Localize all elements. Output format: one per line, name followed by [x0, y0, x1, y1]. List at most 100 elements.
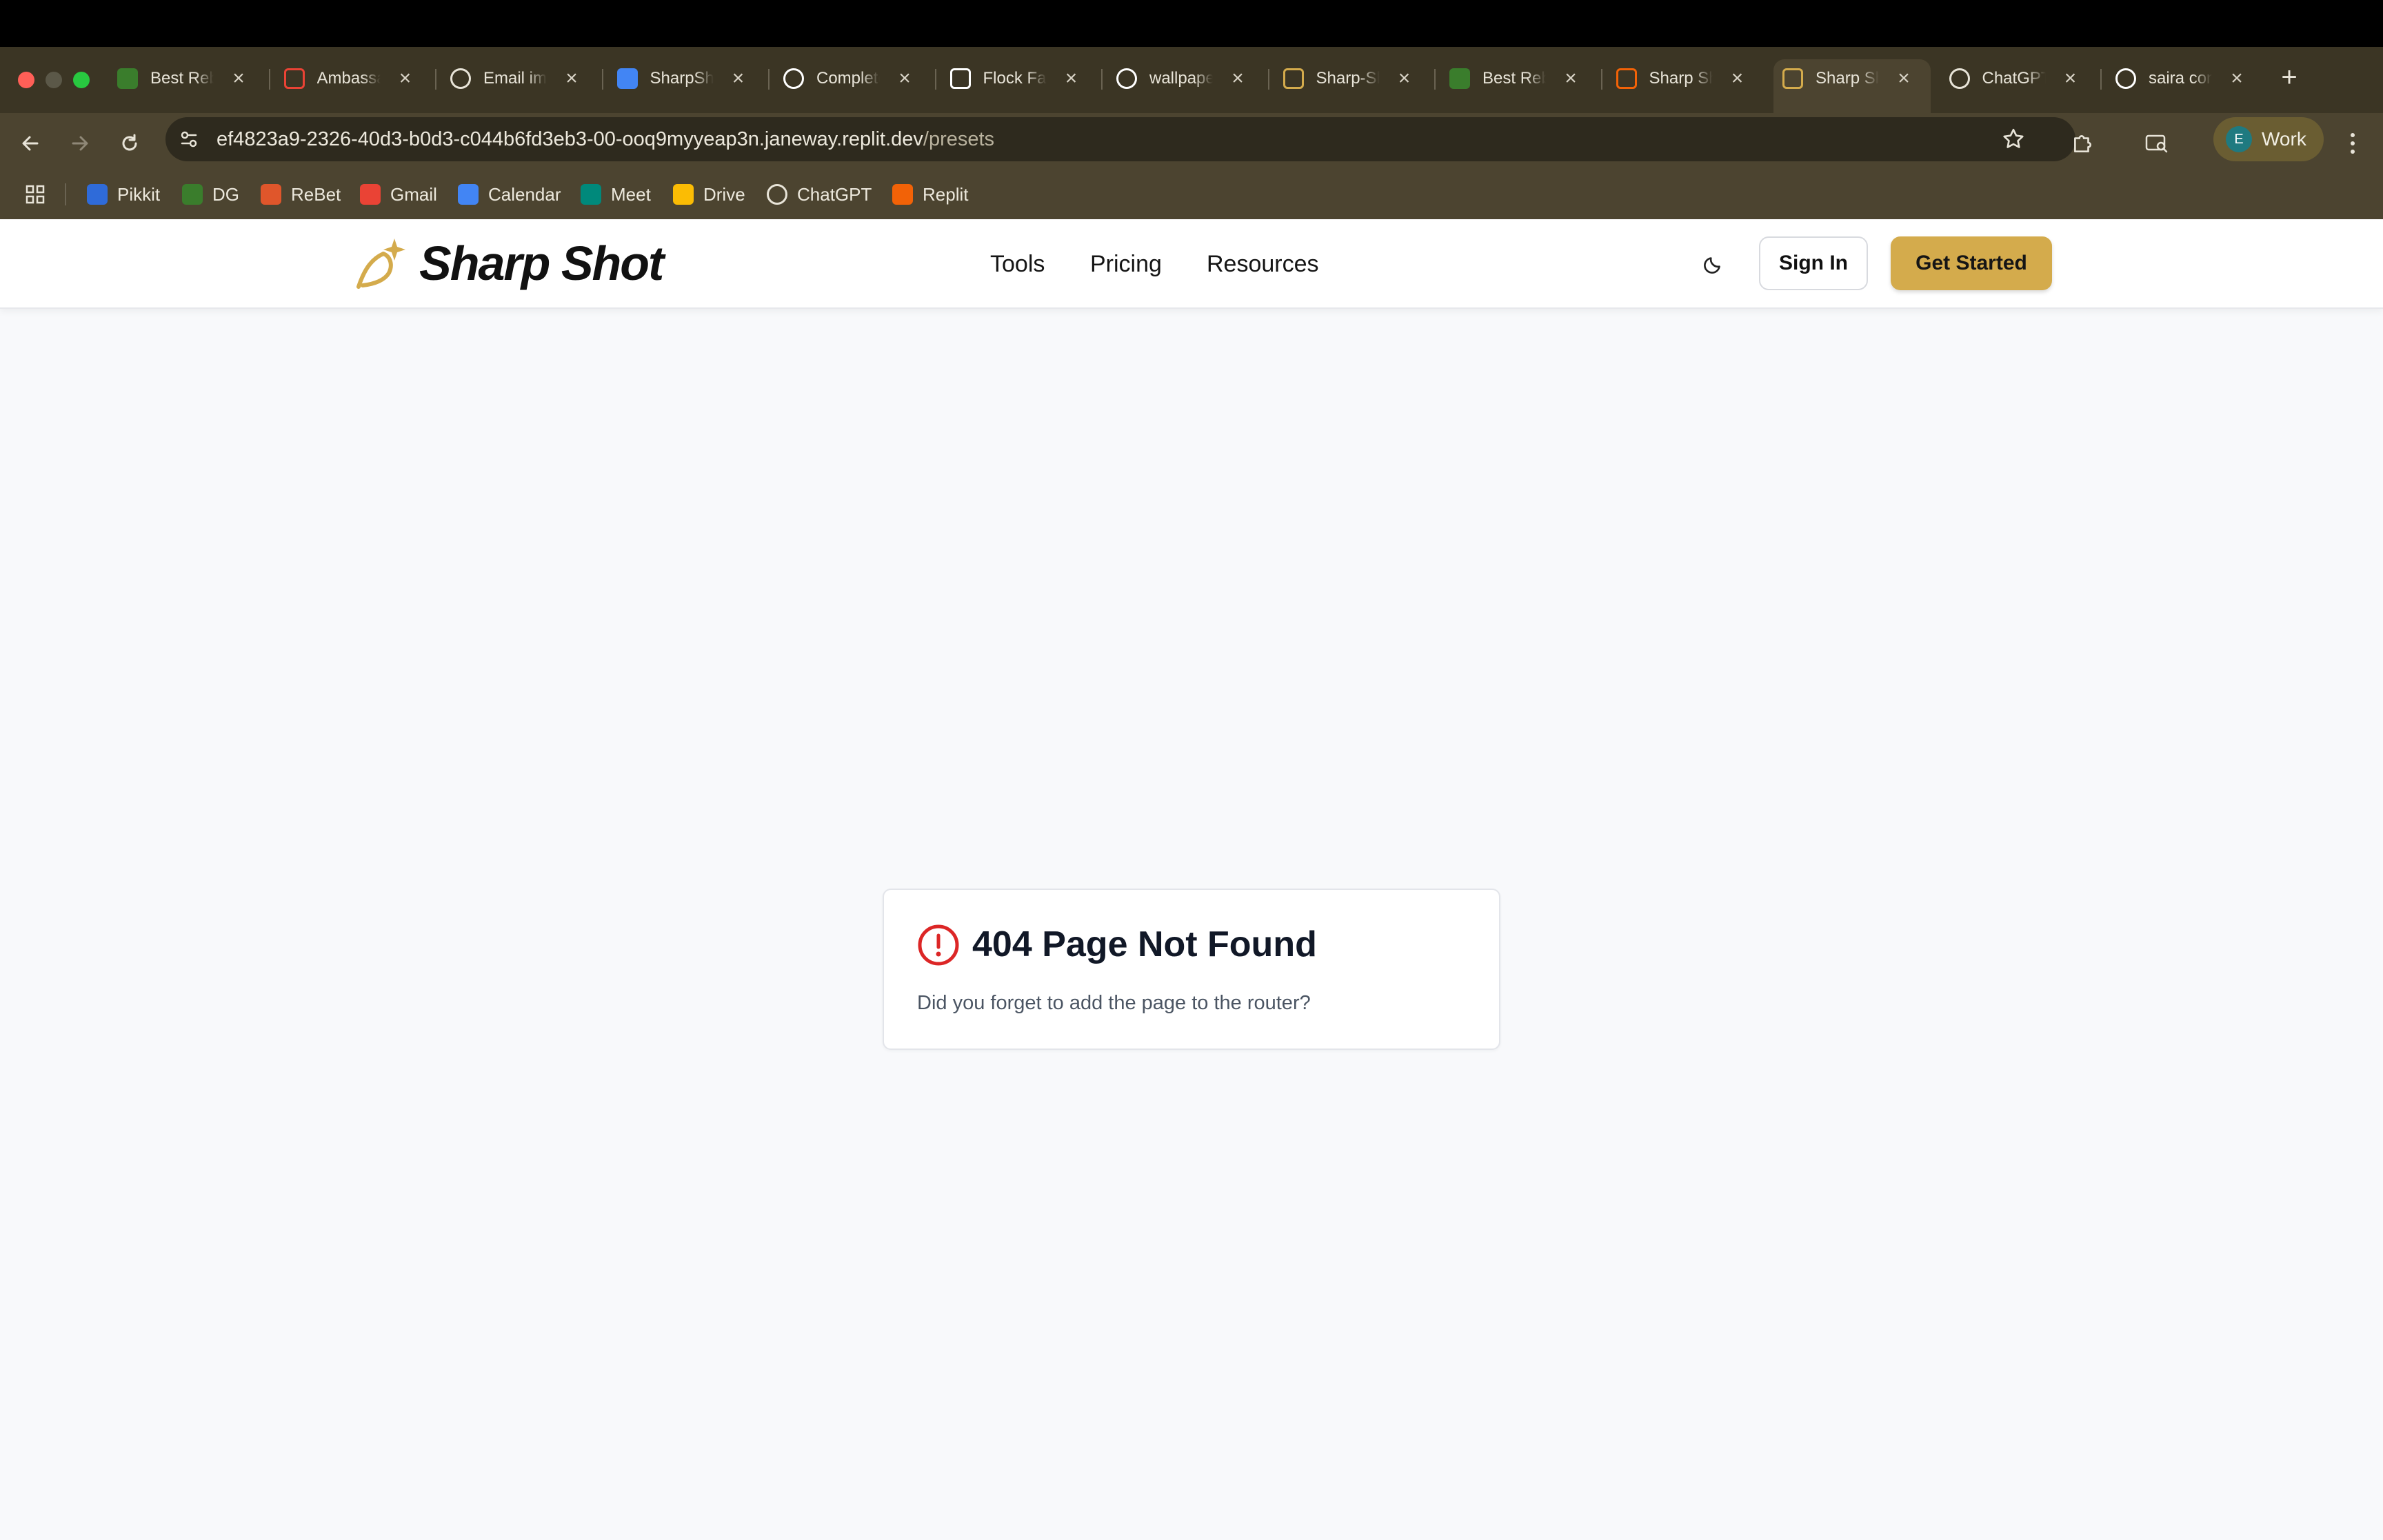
bookmark-label: Meet [611, 183, 651, 205]
bookmark-item[interactable]: Calendar [458, 181, 561, 208]
extensions-button[interactable] [2063, 124, 2102, 163]
tab-close-icon[interactable]: × [563, 67, 580, 90]
back-button[interactable] [11, 124, 50, 163]
tab-close-icon[interactable]: × [1729, 67, 1746, 90]
bookmark-label: Replit [923, 183, 969, 205]
bookmark-item[interactable]: Meet [581, 181, 651, 208]
browser-tab[interactable]: wallpaper × [1116, 63, 1254, 94]
browser-tab[interactable]: Flock Farm × [949, 63, 1088, 94]
replit-icon [1616, 68, 1637, 89]
tab-separator [2100, 69, 2102, 90]
url-host: ef4823a9-2326-40d3-b0d3-c044b6fd3eb3-00-… [217, 128, 923, 150]
tab-search-button[interactable] [2138, 124, 2176, 163]
browser-menu-button[interactable] [2333, 124, 2372, 163]
reload-icon [122, 134, 137, 151]
tab-close-icon[interactable]: × [1562, 67, 1579, 90]
bookmark-item[interactable]: ReBet [261, 181, 341, 208]
maximize-window-button[interactable] [73, 72, 90, 88]
browser-tab[interactable]: Ambassador × [283, 63, 422, 94]
bookmark-label: ReBet [291, 183, 341, 205]
reload-button[interactable] [110, 124, 149, 163]
forward-button[interactable] [61, 124, 99, 163]
back-arrow-icon [22, 136, 39, 151]
bookmark-star-button[interactable] [1994, 120, 2033, 159]
tab-title: ChatGPT [1982, 69, 2046, 88]
nav-tools[interactable]: Tools [990, 247, 1045, 281]
chatgpt-icon [1949, 68, 1970, 89]
drive-icon [673, 184, 694, 205]
forward-arrow-icon [72, 136, 88, 151]
tab-close-icon[interactable]: × [1063, 67, 1080, 90]
tab-close-icon[interactable]: × [230, 67, 247, 90]
github-icon [783, 68, 804, 89]
bookmarks-bar [0, 179, 2383, 219]
tab-close-icon[interactable]: × [2062, 67, 2079, 90]
bookmark-item[interactable]: Gmail [360, 181, 437, 208]
browser-tab[interactable]: Sharp-Shot × [1283, 63, 1421, 94]
calendar-icon [616, 68, 638, 89]
tab-close-icon[interactable]: × [1229, 67, 1246, 90]
chatgpt-icon [767, 184, 787, 205]
bookmark-label: Drive [703, 183, 745, 205]
apps-grid-icon [26, 185, 45, 204]
apps-button[interactable] [25, 181, 46, 208]
kebab-menu-icon [2351, 133, 2355, 154]
browser-tab[interactable]: ChatGPT × [1949, 63, 2087, 94]
sign-in-button[interactable]: Sign In [1759, 236, 1868, 290]
bookmark-label: DG [212, 183, 239, 205]
tab-separator [1434, 69, 1436, 90]
bookmark-label: Pikkit [117, 183, 161, 205]
sharpshot-logo-icon [356, 239, 405, 289]
tab-title: Complete [816, 69, 880, 88]
bookmark-item[interactable]: Pikkit [87, 181, 160, 208]
replit-icon [892, 184, 913, 205]
bookmark-item[interactable]: Drive [673, 181, 745, 208]
link-icon [117, 68, 138, 89]
tab-separator [435, 69, 436, 90]
browser-tab[interactable]: Best Rebate × [1449, 63, 1587, 94]
tab-separator [1267, 69, 1269, 90]
theme-toggle-button[interactable] [1696, 247, 1731, 281]
pikkit-icon [87, 184, 108, 205]
close-window-button[interactable] [18, 72, 34, 88]
bookmark-item[interactable]: ChatGPT [767, 181, 872, 208]
browser-tab[interactable]: Sharp Shot × [1616, 63, 1754, 94]
nav-resources[interactable]: Resources [1207, 247, 1319, 281]
tab-title: Best Rebate [150, 69, 214, 88]
browser-tab[interactable]: saira conde × [2115, 63, 2253, 94]
tab-close-icon[interactable]: × [730, 67, 747, 90]
profile-button[interactable]: E Work [2213, 117, 2324, 161]
browser-tab[interactable]: Sharp Shot × [1782, 63, 1920, 94]
browser-tab[interactable]: Email improve × [450, 63, 588, 94]
address-url[interactable]: ef4823a9-2326-40d3-b0d3-c044b6fd3eb3-00-… [217, 124, 994, 154]
tab-close-icon[interactable]: × [1896, 67, 1912, 90]
browser-tab[interactable]: Best Rebate × [117, 63, 255, 94]
bookmark-item[interactable]: DG [182, 181, 239, 208]
brand-name: Sharp Shot [419, 236, 664, 290]
tab-title: saira conde [2149, 69, 2212, 88]
sharpshot-icon [1782, 68, 1803, 89]
bookmark-item[interactable]: Replit [892, 181, 968, 208]
system-top-bar [0, 0, 2383, 47]
error-title: 404 Page Not Found [972, 924, 1317, 964]
not-found-card [883, 889, 1500, 1050]
new-tab-button[interactable]: + [2275, 62, 2303, 93]
browser-tab[interactable]: SharpShot × [616, 63, 755, 94]
nav-pricing[interactable]: Pricing [1090, 247, 1162, 281]
chatgpt-icon [450, 68, 471, 89]
tab-close-icon[interactable]: × [397, 67, 414, 90]
minimize-window-button[interactable] [46, 72, 62, 88]
tab-close-icon[interactable]: × [896, 67, 913, 90]
tab-separator [601, 69, 603, 90]
tab-close-icon[interactable]: × [2229, 67, 2245, 90]
brand-logo[interactable]: Sharp Shot [353, 234, 664, 292]
bookmark-label: ChatGPT [797, 183, 872, 205]
gmail-icon [360, 184, 381, 205]
get-started-button[interactable]: Get Started [1891, 236, 2052, 290]
tab-separator [934, 69, 936, 90]
star-icon [2003, 128, 2024, 148]
site-info-button[interactable] [170, 120, 208, 159]
tab-title: Ambassador [316, 69, 381, 88]
browser-tab[interactable]: Complete × [783, 63, 921, 94]
tab-close-icon[interactable]: × [1396, 67, 1413, 90]
